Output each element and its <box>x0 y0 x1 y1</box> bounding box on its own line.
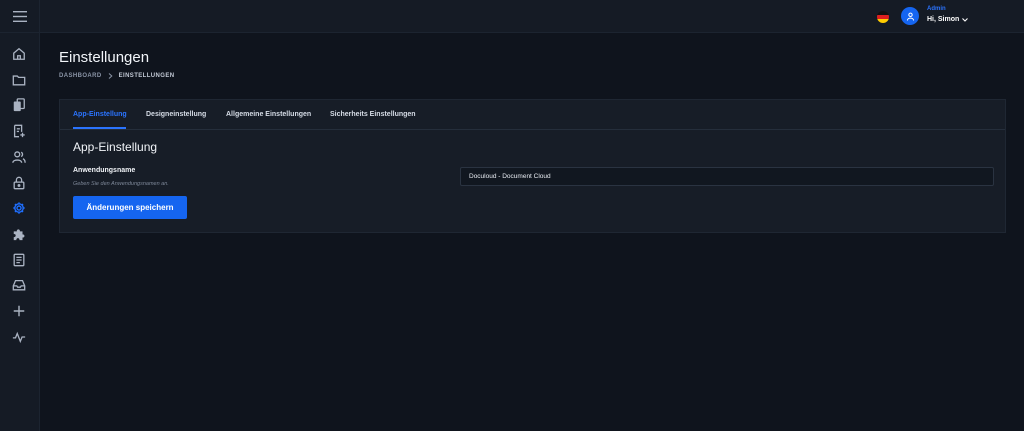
sidebar-item-users[interactable] <box>11 149 27 165</box>
active-tab-indicator <box>73 127 126 129</box>
hamburger-icon <box>13 10 27 22</box>
inbox-icon <box>12 279 26 291</box>
sidebar-item-plugins[interactable] <box>11 226 27 242</box>
app-name-input[interactable] <box>460 167 994 186</box>
user-menu-toggle[interactable]: Hi, Simon <box>927 16 969 23</box>
folder-icon <box>12 75 26 86</box>
user-icon <box>906 12 914 21</box>
chevron-down-icon <box>962 17 969 22</box>
gear-icon <box>13 202 25 214</box>
app-name-help-text: Geben Sie den Anwendungsnamen an. <box>73 181 169 187</box>
activity-icon <box>12 331 26 344</box>
settings-tabs: App-Einstellung Designeinstellung Allgem… <box>60 100 1005 130</box>
settings-card: App-Einstellung Designeinstellung Allgem… <box>59 99 1006 233</box>
section-title: App-Einstellung <box>73 140 158 154</box>
de-flag-icon[interactable] <box>877 11 889 23</box>
tab-app-settings[interactable]: App-Einstellung <box>73 111 127 118</box>
lock-icon <box>13 176 25 190</box>
sidebar-item-inbox[interactable] <box>11 277 27 293</box>
user-greeting: Hi, Simon <box>927 16 960 23</box>
tab-security-settings[interactable]: Sicherheits Einstellungen <box>330 111 416 118</box>
avatar[interactable] <box>901 7 919 25</box>
tab-general-settings[interactable]: Allgemeine Einstellungen <box>226 111 311 118</box>
app-name-label: Anwendungsname <box>73 167 136 174</box>
sidebar-item-reports[interactable] <box>11 252 27 268</box>
breadcrumb-current: EINSTELLUNGEN <box>118 73 175 79</box>
list-document-icon <box>13 253 25 267</box>
menu-toggle-button[interactable] <box>0 0 40 33</box>
page-title: Einstellungen <box>59 49 150 66</box>
sidebar <box>0 0 40 431</box>
tab-design-settings[interactable]: Designeinstellung <box>146 111 206 118</box>
sidebar-item-file-add[interactable] <box>11 123 27 139</box>
chevron-right-icon <box>108 73 113 79</box>
puzzle-icon <box>13 229 25 241</box>
save-changes-button[interactable]: Änderungen speichern <box>73 196 187 219</box>
sidebar-item-folder[interactable] <box>11 72 27 88</box>
sidebar-item-documents[interactable] <box>11 97 27 113</box>
sidebar-item-settings[interactable] <box>11 200 27 216</box>
sidebar-item-security[interactable] <box>11 175 27 191</box>
plus-icon <box>13 305 25 317</box>
file-add-icon <box>13 124 25 138</box>
documents-icon <box>13 98 25 112</box>
breadcrumb: DASHBOARD EINSTELLUNGEN <box>59 73 174 79</box>
sidebar-item-home[interactable] <box>11 46 27 62</box>
users-icon <box>12 151 26 163</box>
breadcrumb-dashboard[interactable]: DASHBOARD <box>59 73 102 79</box>
user-role: Admin <box>927 6 946 12</box>
sidebar-item-add[interactable] <box>11 303 27 319</box>
sidebar-item-activity[interactable] <box>11 329 27 345</box>
home-icon <box>13 47 25 60</box>
